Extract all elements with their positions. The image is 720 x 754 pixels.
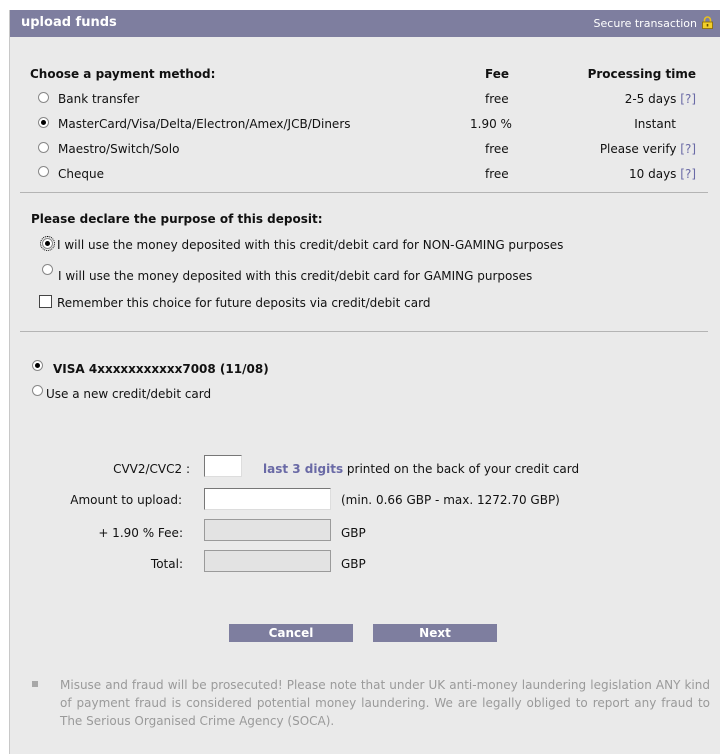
cancel-button[interactable]: Cancel: [229, 624, 353, 642]
method-radio-cheque[interactable]: [38, 166, 49, 177]
method-time: Instant: [634, 117, 676, 131]
purpose-heading: Please declare the purpose of this depos…: [31, 212, 323, 226]
fraud-notice: Misuse and fraud will be prosecuted! Ple…: [60, 678, 710, 728]
amount-label: Amount to upload:: [70, 493, 182, 507]
cvv-hint: last 3 digits printed on the back of you…: [263, 462, 580, 476]
remember-checkbox[interactable]: [39, 295, 52, 308]
method-label: Bank transfer: [58, 92, 140, 106]
card-radio-saved[interactable]: [32, 360, 43, 371]
help-link[interactable]: [?]: [680, 142, 696, 156]
amount-input[interactable]: [204, 488, 331, 510]
divider: [20, 192, 708, 193]
processing-time-column-header: Processing time: [587, 67, 696, 81]
cvv-input[interactable]: [204, 455, 242, 477]
purpose-radio-gaming[interactable]: [42, 264, 53, 275]
next-button[interactable]: Next: [373, 624, 497, 642]
purpose-radio-non-gaming[interactable]: [40, 236, 55, 251]
method-fee: free: [485, 167, 509, 181]
total-output: [204, 550, 331, 572]
fee-unit: GBP: [341, 526, 366, 540]
method-time: 2-5 days [?]: [624, 92, 696, 106]
secure-transaction-label: Secure transaction: [593, 17, 697, 30]
divider: [20, 331, 708, 332]
method-label: MasterCard/Visa/Delta/Electron/Amex/JCB/…: [58, 117, 351, 131]
cvv-label: CVV2/CVC2 :: [113, 462, 190, 476]
help-link[interactable]: [?]: [680, 167, 696, 181]
panel-title: upload funds: [21, 15, 117, 30]
method-fee: free: [485, 142, 509, 156]
method-radio-maestro[interactable]: [38, 142, 49, 153]
total-label: Total:: [150, 557, 183, 571]
fee-output: [204, 519, 331, 541]
fee-label: + 1.90 % Fee:: [98, 526, 183, 540]
purpose-label-gaming: I will use the money deposited with this…: [58, 269, 533, 283]
method-fee: free: [485, 92, 509, 106]
upload-funds-panel: upload funds Secure transaction Choose a…: [9, 10, 720, 754]
last-3-digits-link[interactable]: last 3 digits: [263, 462, 343, 476]
method-label: Maestro/Switch/Solo: [58, 142, 180, 156]
method-label: Cheque: [58, 167, 104, 181]
method-radio-card[interactable]: [38, 117, 49, 128]
remember-label: Remember this choice for future deposits…: [57, 296, 431, 310]
panel-header: upload funds Secure transaction: [10, 10, 720, 37]
lock-icon: [702, 16, 713, 29]
method-radio-bank-transfer[interactable]: [38, 92, 49, 103]
method-time: 10 days [?]: [629, 167, 696, 181]
help-link[interactable]: [?]: [680, 92, 696, 106]
new-card-label: Use a new credit/debit card: [46, 387, 212, 401]
notice-bullet-icon: [32, 681, 38, 687]
fee-column-header: Fee: [485, 67, 509, 81]
total-unit: GBP: [341, 557, 366, 571]
purpose-label-non-gaming: I will use the money deposited with this…: [57, 238, 564, 252]
card-radio-new[interactable]: [32, 385, 43, 396]
amount-hint: (min. 0.66 GBP - max. 1272.70 GBP): [341, 493, 560, 507]
saved-card-label: VISA 4xxxxxxxxxxx7008 (11/08): [53, 362, 269, 376]
payment-method-heading: Choose a payment method:: [30, 67, 216, 81]
method-time: Please verify [?]: [599, 142, 696, 156]
method-fee: 1.90 %: [470, 117, 512, 131]
